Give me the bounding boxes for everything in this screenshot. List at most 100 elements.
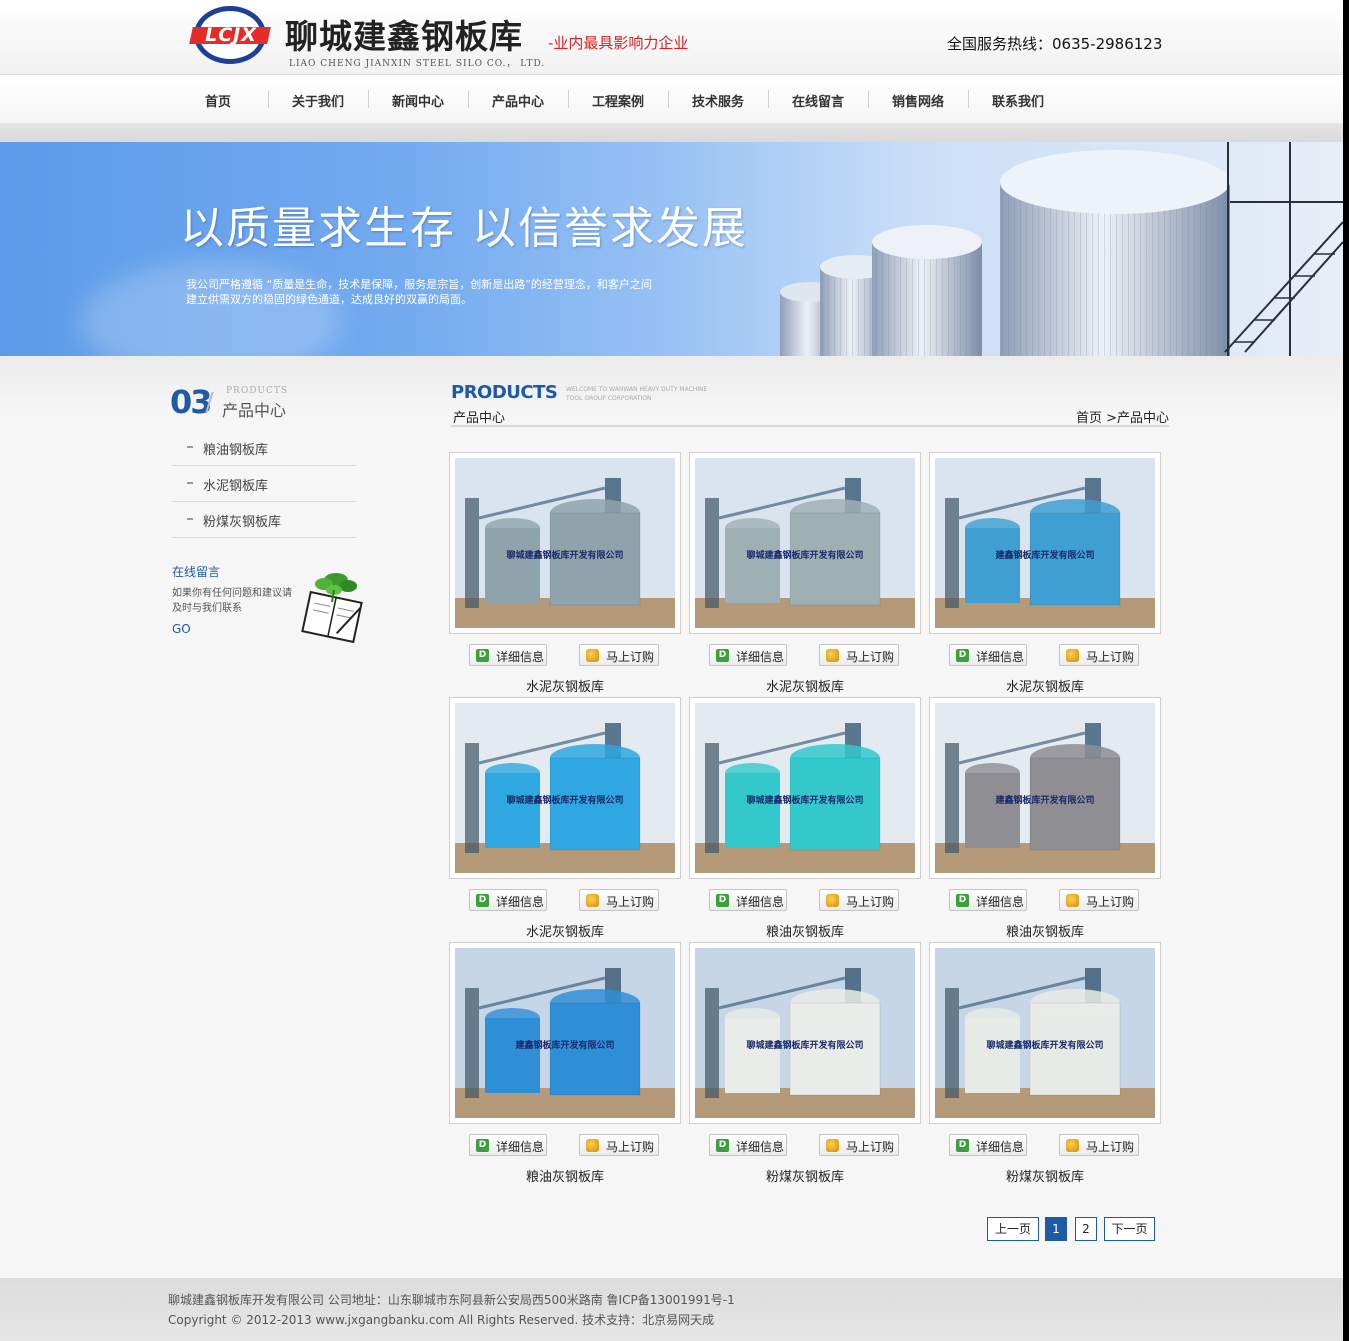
order-button-label: 马上订购 — [1086, 650, 1135, 664]
product-image[interactable]: 建鑫钢板库开发有限公司 — [929, 697, 1161, 879]
product-image[interactable]: 聊城建鑫钢板库开发有限公司 — [689, 452, 921, 634]
tank-sign-text: 聊城建鑫钢板库开发有限公司 — [746, 1041, 864, 1051]
next-page-button[interactable]: 下一页 — [1104, 1217, 1155, 1241]
tank-sign-text: 建鑫钢板库开发有限公司 — [995, 551, 1095, 561]
detail-button[interactable]: D 详细信息 — [709, 644, 787, 666]
detail-button[interactable]: D 详细信息 — [709, 889, 787, 911]
order-button-label: 马上订购 — [606, 650, 655, 664]
breadcrumb[interactable]: 首页 >产品中心 — [1076, 407, 1169, 426]
detail-button[interactable]: D 详细信息 — [949, 644, 1027, 666]
category-label: 粮油钢板库 — [203, 443, 269, 458]
product-name[interactable]: 粮油灰钢板库 — [929, 921, 1161, 940]
order-button[interactable]: 马上订购 — [579, 889, 659, 911]
nav-contact[interactable]: 联系我们 — [968, 91, 1068, 110]
silo-photo — [695, 458, 915, 628]
tank-sign-text: 聊城建鑫钢板库开发有限公司 — [986, 1041, 1104, 1051]
detail-button[interactable]: D 详细信息 — [949, 1134, 1027, 1156]
order-icon — [586, 894, 599, 907]
order-button[interactable]: 马上订购 — [1059, 644, 1139, 666]
product-name[interactable]: 水泥灰钢板库 — [929, 676, 1161, 695]
order-button[interactable]: 马上订购 — [579, 644, 659, 666]
order-icon — [826, 894, 839, 907]
prev-page-button[interactable]: 上一页 — [987, 1217, 1039, 1241]
sidebar-title: 产品中心 — [222, 401, 287, 420]
detail-icon: D — [956, 1139, 969, 1152]
order-button[interactable]: 马上订购 — [579, 1134, 659, 1156]
product-name[interactable]: 粉煤灰钢板库 — [929, 1166, 1161, 1185]
message-go-link[interactable]: GO — [172, 622, 191, 636]
nav-products[interactable]: 产品中心 — [468, 91, 568, 110]
order-button-label: 马上订购 — [846, 895, 895, 909]
detail-button[interactable]: D 详细信息 — [709, 1134, 787, 1156]
sidebar-title-en: PRODUCTS — [226, 386, 289, 396]
product-name[interactable]: 水泥灰钢板库 — [449, 676, 681, 695]
product-card: 聊城建鑫钢板库开发有限公司 D 详细信息 马上订购水泥灰钢板库 — [689, 452, 921, 697]
order-button-label: 马上订购 — [1086, 1140, 1135, 1154]
product-name[interactable]: 粮油灰钢板库 — [449, 1166, 681, 1185]
order-button[interactable]: 马上订购 — [1059, 889, 1139, 911]
detail-button[interactable]: D 详细信息 — [469, 1134, 547, 1156]
category-label: 水泥钢板库 — [203, 479, 269, 494]
category-item-fly-ash[interactable]: 粉煤灰钢板库 — [172, 502, 356, 538]
detail-icon: D — [716, 1139, 729, 1152]
company-name: 聊城建鑫钢板库 — [285, 17, 523, 56]
product-name[interactable]: 粮油灰钢板库 — [689, 921, 921, 940]
silo-photo — [935, 703, 1155, 873]
notebook-plant-icon — [301, 573, 363, 644]
detail-icon: D — [716, 894, 729, 907]
detail-button[interactable]: D 详细信息 — [469, 644, 547, 666]
product-name[interactable]: 水泥灰钢板库 — [689, 676, 921, 695]
product-image[interactable]: 聊城建鑫钢板库开发有限公司 — [689, 697, 921, 879]
order-button[interactable]: 马上订购 — [1059, 1134, 1139, 1156]
product-image[interactable]: 聊城建鑫钢板库开发有限公司 — [449, 452, 681, 634]
section-title: 产品中心 — [453, 411, 506, 426]
detail-icon: D — [716, 649, 729, 662]
site-header: LCJX 聊城建鑫钢板库 -业内最具影响力企业 LIAO CHENG JIANX… — [0, 0, 1343, 75]
product-name[interactable]: 水泥灰钢板库 — [449, 921, 681, 940]
detail-button[interactable]: D 详细信息 — [949, 889, 1027, 911]
nav-home[interactable]: 首页 — [168, 91, 268, 110]
product-card: 聊城建鑫钢板库开发有限公司 D 详细信息 马上订购粮油灰钢板库 — [689, 697, 921, 942]
footer-copyright: Copyright © 2012-2013 www.jxgangbanku.co… — [168, 1313, 715, 1327]
detail-button-label: 详细信息 — [976, 650, 1025, 664]
product-name[interactable]: 粉煤灰钢板库 — [689, 1166, 921, 1185]
order-button[interactable]: 马上订购 — [819, 1134, 899, 1156]
nav-news[interactable]: 新闻中心 — [368, 91, 468, 110]
order-button[interactable]: 马上订购 — [819, 644, 899, 666]
bullet-dash — [187, 482, 193, 484]
product-image[interactable]: 聊城建鑫钢板库开发有限公司 — [689, 942, 921, 1124]
order-button[interactable]: 马上订购 — [819, 889, 899, 911]
window-edge — [1343, 0, 1349, 1341]
tank-sign-text: 聊城建鑫钢板库开发有限公司 — [746, 796, 864, 806]
silo-photo — [935, 948, 1155, 1118]
message-title[interactable]: 在线留言 — [172, 563, 220, 580]
main-nav: 首页 关于我们 新闻中心 产品中心 工程案例 技术服务 在线留言 销售网络 联系… — [0, 76, 1343, 123]
product-image[interactable]: 建鑫钢板库开发有限公司 — [449, 942, 681, 1124]
page-2-button[interactable]: 2 — [1075, 1217, 1097, 1241]
company-name-en: LIAO CHENG JIANXIN STEEL SILO CO.， LTD. — [289, 59, 546, 69]
product-image[interactable]: 建鑫钢板库开发有限公司 — [929, 452, 1161, 634]
detail-icon: D — [956, 649, 969, 662]
tank-sign-text: 聊城建鑫钢板库开发有限公司 — [506, 796, 624, 806]
silo-photo — [935, 458, 1155, 628]
order-icon — [1066, 894, 1079, 907]
product-image[interactable]: 聊城建鑫钢板库开发有限公司 — [929, 942, 1161, 1124]
nav-message[interactable]: 在线留言 — [768, 91, 868, 110]
order-icon — [826, 649, 839, 662]
nav-about[interactable]: 关于我们 — [268, 91, 368, 110]
nav-cases[interactable]: 工程案例 — [568, 91, 668, 110]
detail-icon: D — [956, 894, 969, 907]
detail-button[interactable]: D 详细信息 — [469, 889, 547, 911]
nav-tech-service[interactable]: 技术服务 — [668, 91, 768, 110]
detail-button-label: 详细信息 — [976, 895, 1025, 909]
product-image[interactable]: 聊城建鑫钢板库开发有限公司 — [449, 697, 681, 879]
footer-address: 聊城建鑫钢板库开发有限公司 公司地址：山东聊城市东阿县新公安局西500米路南 鲁… — [168, 1293, 735, 1307]
logo[interactable]: LCJX — [189, 6, 271, 64]
product-card: 建鑫钢板库开发有限公司 D 详细信息 马上订购水泥灰钢板库 — [929, 452, 1161, 697]
hero-banner: 以质量求生存 以信誉求发展 我公司严格遵循 “质量是生命，技术是保障，服务是宗旨… — [0, 142, 1343, 356]
nav-sales-network[interactable]: 销售网络 — [868, 91, 968, 110]
silo-photo — [455, 703, 675, 873]
category-item-cement[interactable]: 水泥钢板库 — [172, 466, 356, 502]
page-1-button[interactable]: 1 — [1045, 1217, 1067, 1241]
category-item-grain-oil[interactable]: 粮油钢板库 — [172, 430, 356, 466]
